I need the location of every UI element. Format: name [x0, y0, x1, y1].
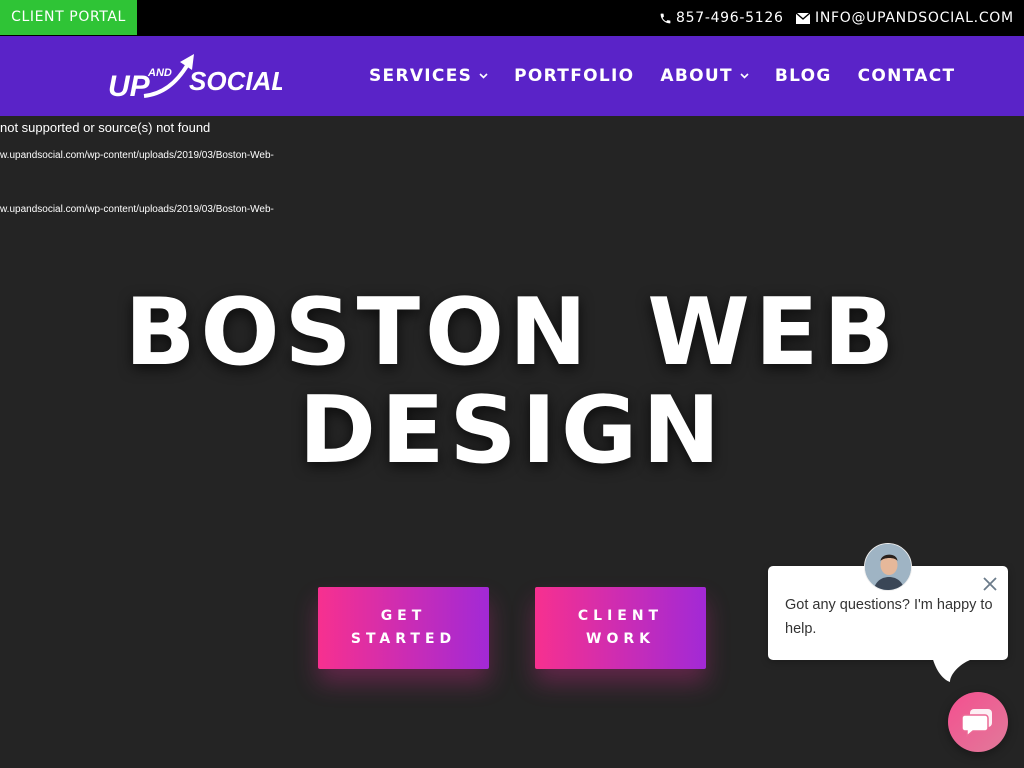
- main-header: UP AND SOCIAL SERVICES PORTFOLIO ABOUT B…: [0, 36, 1024, 116]
- nav-label: SERVICES: [369, 66, 473, 86]
- nav-label: BLOG: [774, 66, 832, 86]
- phone-icon: [660, 13, 671, 23]
- button-label: GET: [380, 608, 427, 624]
- client-work-button[interactable]: CLIENT WORK: [535, 587, 706, 669]
- nav-item-portfolio[interactable]: PORTFOLIO: [514, 66, 634, 86]
- phone-number: 857-496-5126: [676, 9, 784, 26]
- nav-label: ABOUT: [660, 66, 733, 86]
- svg-text:SOCIAL: SOCIAL: [189, 66, 282, 96]
- get-started-button[interactable]: GET STARTED: [318, 587, 489, 669]
- hero-title-line: DESIGN: [298, 376, 726, 484]
- button-label: CLIENT: [577, 608, 664, 624]
- hero-title-line: BOSTON WEB: [124, 278, 900, 386]
- envelope-icon: [796, 12, 810, 24]
- svg-text:AND: AND: [147, 67, 172, 79]
- nav-item-contact[interactable]: CONTACT: [858, 66, 956, 86]
- top-bar: CLIENT PORTAL 857-496-5126 INFO@UPANDSOC…: [0, 0, 1024, 36]
- nav-label: CONTACT: [857, 66, 956, 86]
- close-icon[interactable]: [982, 576, 998, 592]
- phone-link[interactable]: 857-496-5126: [659, 0, 784, 36]
- chat-bubble-icon: [962, 709, 992, 737]
- client-portal-button[interactable]: CLIENT PORTAL: [0, 0, 137, 35]
- chevron-down-icon: [479, 73, 488, 79]
- button-label: WORK: [586, 631, 655, 647]
- site-logo[interactable]: UP AND SOCIAL: [106, 50, 287, 103]
- media-error-message: not supported or source(s) not found: [0, 120, 211, 135]
- nav-item-about[interactable]: ABOUT: [660, 66, 749, 86]
- nav-item-services[interactable]: SERVICES: [369, 66, 488, 86]
- nav-label: PORTFOLIO: [514, 66, 635, 86]
- chat-launcher-button[interactable]: [948, 692, 1008, 752]
- hero-title: BOSTON WEB DESIGN: [112, 283, 912, 479]
- email-link[interactable]: INFO@UPANDSOCIAL.COM: [796, 0, 1014, 36]
- button-label: STARTED: [350, 631, 457, 647]
- email-address: INFO@UPANDSOCIAL.COM: [815, 9, 1014, 26]
- chat-bubble-tail: [932, 656, 970, 682]
- chat-message: Got any questions? I'm happy to help.: [785, 597, 993, 637]
- agent-avatar: [864, 543, 912, 591]
- media-source-url[interactable]: w.upandsocial.com/wp-content/uploads/201…: [0, 150, 274, 161]
- media-source-url[interactable]: w.upandsocial.com/wp-content/uploads/201…: [0, 204, 274, 215]
- primary-nav: SERVICES PORTFOLIO ABOUT BLOG CONTACT: [369, 36, 981, 116]
- chevron-down-icon: [740, 73, 749, 79]
- nav-item-blog[interactable]: BLOG: [775, 66, 832, 86]
